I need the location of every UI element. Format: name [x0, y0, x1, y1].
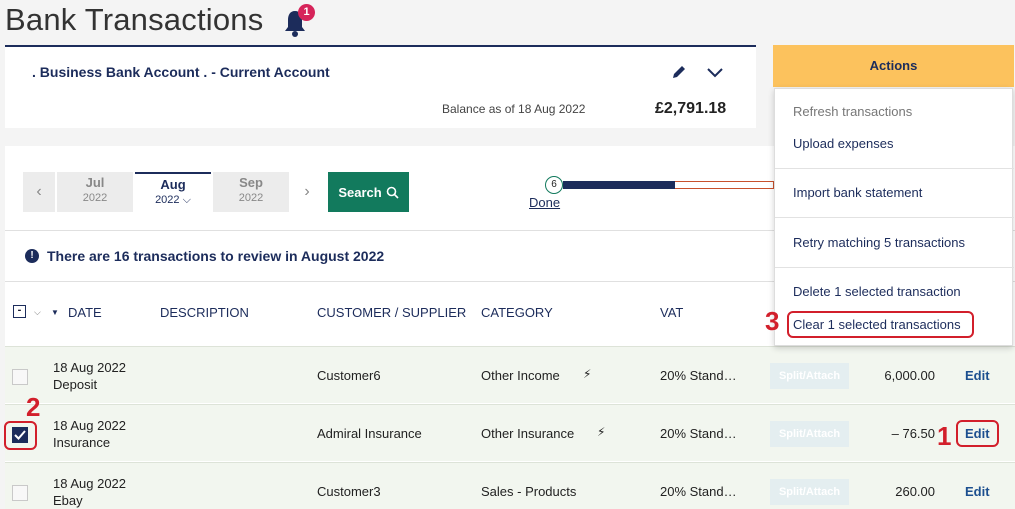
notification-badge: 1 [298, 4, 315, 21]
info-icon: ! [25, 249, 39, 263]
annotation-number-3: 3 [765, 306, 780, 336]
column-header-description[interactable]: DESCRIPTION [160, 305, 249, 320]
month-tab-aug[interactable]: Aug 2022 ⌵ [135, 172, 211, 212]
menu-item-refresh-transactions[interactable]: Refresh transactions [793, 104, 912, 119]
year-label: 2022 [82, 192, 108, 204]
balance-value: £2,791.18 [655, 100, 727, 117]
progress-step-circle: 6 [545, 176, 563, 194]
row-checkbox[interactable] [12, 485, 28, 501]
annotation-box-checkbox [4, 421, 37, 450]
edit-button[interactable]: Edit [965, 368, 990, 383]
month-label: Jul [85, 175, 105, 190]
edit-button[interactable]: Edit [965, 484, 990, 499]
annotation-box-edit [956, 420, 999, 447]
annotation-number-2: 2 [26, 392, 41, 422]
pencil-icon[interactable] [671, 64, 687, 80]
search-icon [386, 186, 399, 199]
account-name: . Business Bank Account . - Current Acco… [32, 64, 330, 80]
annotation-box-clear [787, 311, 974, 338]
menu-divider [775, 267, 1014, 268]
menu-item-import-bank-statement[interactable]: Import bank statement [793, 185, 922, 200]
prev-month-button[interactable]: ‹ [23, 172, 55, 212]
bolt-icon: ⚡︎ [583, 367, 592, 381]
row-amount: 260.00 [895, 484, 935, 499]
row-customer[interactable]: Customer3 [317, 484, 381, 499]
row-customer[interactable]: Admiral Insurance [317, 426, 422, 441]
split-attach-button[interactable]: Split/Attach [770, 363, 849, 389]
column-header-vat[interactable]: VAT [660, 305, 683, 320]
row-amount: – 76.50 [891, 426, 935, 441]
next-month-button[interactable]: › [291, 172, 323, 212]
month-tab-jul[interactable]: Jul 2022 [57, 172, 133, 212]
sort-desc-icon[interactable]: ▼ [51, 308, 59, 317]
year-label: 2022 [238, 192, 264, 204]
split-attach-button[interactable]: Split/Attach [770, 421, 849, 447]
bolt-icon: ⚡︎ [597, 425, 606, 439]
row-date: 18 Aug 2022 Ebay [53, 476, 127, 508]
progress-bar-fill [563, 181, 675, 189]
annotation-number-1: 1 [937, 421, 952, 451]
row-amount: 6,000.00 [884, 368, 935, 383]
menu-item-upload-expenses[interactable]: Upload expenses [793, 136, 893, 151]
column-header-customer[interactable]: CUSTOMER / SUPPLIER [317, 305, 466, 320]
search-button[interactable]: Search [328, 172, 409, 212]
table-row[interactable]: 18 Aug 2022 Insurance Admiral Insurance O… [5, 404, 1015, 461]
month-label: Aug [160, 177, 186, 192]
chevron-down-icon[interactable]: ⌵ [34, 307, 41, 318]
row-vat[interactable]: 20% Stand… [660, 484, 737, 499]
search-button-label: Search [338, 184, 382, 200]
done-link[interactable]: Done [529, 195, 560, 210]
progress-bar-remaining [675, 181, 774, 189]
month-label: Sep [239, 175, 263, 190]
actions-menu: Refresh transactions Upload expenses Imp… [774, 88, 1014, 346]
row-checkbox[interactable] [12, 369, 28, 385]
menu-item-retry-matching[interactable]: Retry matching 5 transactions [793, 235, 965, 250]
year-select[interactable]: 2022 ⌵ [135, 194, 211, 207]
row-vat[interactable]: 20% Stand… [660, 368, 737, 383]
split-attach-button[interactable]: Split/Attach [770, 479, 849, 505]
table-row[interactable]: 18 Aug 2022 Ebay Customer3 Sales - Produc… [5, 462, 1015, 509]
column-header-category[interactable]: CATEGORY [481, 305, 553, 320]
column-header-date[interactable]: DATE [68, 305, 102, 320]
account-card: . Business Bank Account . - Current Acco… [5, 45, 756, 128]
balance-label: Balance as of 18 Aug 2022 [442, 102, 586, 116]
row-category[interactable]: Sales - Products [481, 484, 576, 499]
table-row[interactable]: 18 Aug 2022 Deposit Customer6 Other Incom… [5, 346, 1015, 403]
month-navigator: ‹ Jul 2022 Aug 2022 ⌵ Sep 2022 › [23, 172, 323, 212]
review-message: ! There are 16 transactions to review in… [25, 248, 384, 264]
month-tab-sep[interactable]: Sep 2022 [213, 172, 289, 212]
row-category[interactable]: Other Insurance [481, 426, 574, 441]
menu-divider [775, 217, 1014, 218]
row-category[interactable]: Other Income [481, 368, 560, 383]
chevron-down-icon[interactable] [706, 65, 724, 79]
row-vat[interactable]: 20% Stand… [660, 426, 737, 441]
row-date: 18 Aug 2022 Deposit [53, 360, 127, 392]
menu-item-delete-selected[interactable]: Delete 1 selected transaction [793, 284, 961, 299]
select-all-checkbox[interactable]: - [13, 305, 26, 318]
actions-button[interactable]: Actions [773, 45, 1014, 87]
page-title: Bank Transactions [5, 2, 264, 37]
menu-divider [775, 168, 1014, 169]
row-customer[interactable]: Customer6 [317, 368, 381, 383]
row-date: 18 Aug 2022 Insurance [53, 418, 127, 450]
review-message-text: There are 16 transactions to review in A… [47, 248, 385, 264]
